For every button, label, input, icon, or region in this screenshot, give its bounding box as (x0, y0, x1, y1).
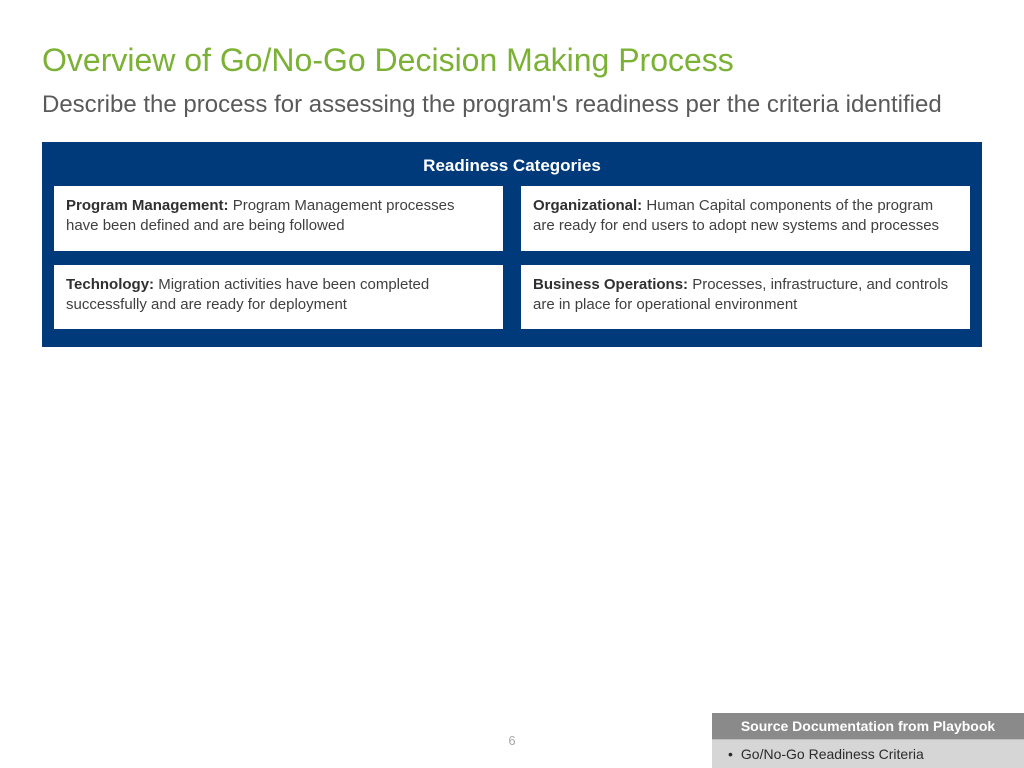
source-documentation-box: Source Documentation from Playbook • Go/N… (712, 713, 1024, 768)
card-label: Program Management: (66, 197, 229, 214)
slide: Overview of Go/No-Go Decision Making Pro… (0, 0, 1024, 768)
card-label: Business Operations: (533, 276, 688, 293)
source-box-header: Source Documentation from Playbook (712, 713, 1024, 739)
slide-subtitle: Describe the process for assessing the p… (42, 89, 982, 120)
card-grid: Program Management: Program Management p… (54, 186, 970, 329)
readiness-panel: Readiness Categories Program Management:… (42, 142, 982, 347)
card-organizational: Organizational: Human Capital components… (521, 186, 970, 251)
card-program-management: Program Management: Program Management p… (54, 186, 503, 251)
card-label: Organizational: (533, 197, 642, 214)
card-technology: Technology: Migration activities have be… (54, 265, 503, 330)
source-item-text: Go/No-Go Readiness Criteria (741, 746, 924, 762)
slide-title: Overview of Go/No-Go Decision Making Pro… (42, 42, 982, 79)
card-label: Technology: (66, 276, 154, 293)
bullet-icon: • (728, 746, 733, 762)
card-business-operations: Business Operations: Processes, infrastr… (521, 265, 970, 330)
source-box-item: • Go/No-Go Readiness Criteria (712, 739, 1024, 768)
panel-header: Readiness Categories (54, 152, 970, 186)
